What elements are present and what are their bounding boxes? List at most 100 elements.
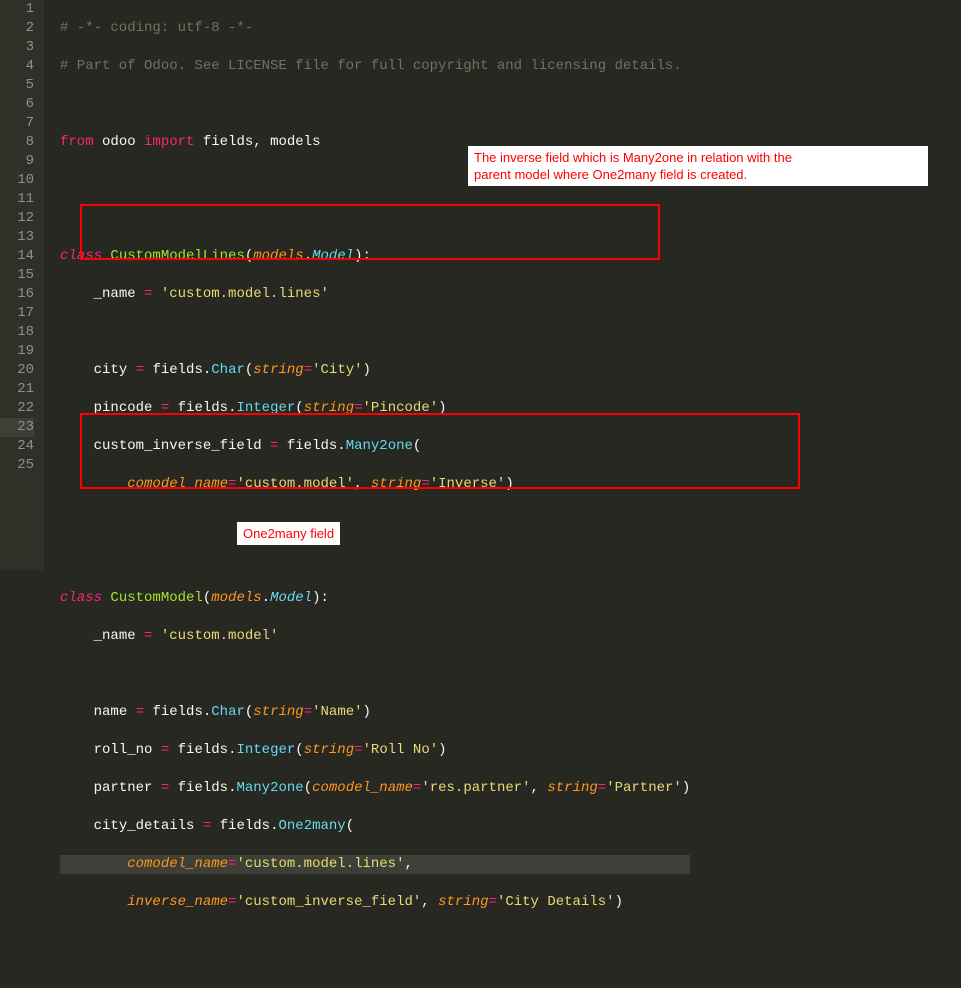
code-line[interactable]: [60, 551, 690, 570]
code-line[interactable]: [60, 665, 690, 684]
line-number: 17: [0, 304, 34, 323]
code-line[interactable]: class CustomModelLines(models.Model):: [60, 247, 690, 266]
code-line[interactable]: pincode = fields.Integer(string='Pincode…: [60, 399, 690, 418]
string: 'Roll No': [363, 742, 439, 758]
line-number: 24: [0, 437, 34, 456]
keyword-class: class: [60, 590, 102, 606]
field-type: Many2one: [236, 780, 303, 796]
base-module: models: [211, 590, 261, 606]
keyword-import: import: [144, 134, 194, 150]
code-line[interactable]: # -*- coding: utf-8 -*-: [60, 19, 690, 38]
line-number: 3: [0, 38, 34, 57]
line-number: 8: [0, 133, 34, 152]
kwarg: comodel_name: [127, 856, 228, 872]
code-line[interactable]: _name = 'custom.model': [60, 627, 690, 646]
line-number: 15: [0, 266, 34, 285]
attr-name: _name: [94, 286, 136, 302]
string: 'custom.model': [236, 476, 354, 492]
code-line[interactable]: [60, 209, 690, 228]
attr-name: _name: [94, 628, 136, 644]
code-line[interactable]: comodel_name='custom.model.lines',: [60, 855, 690, 874]
comment: # -*- coding: utf-8 -*-: [60, 20, 253, 36]
code-line[interactable]: class CustomModel(models.Model):: [60, 589, 690, 608]
line-number: 9: [0, 152, 34, 171]
string: 'custom.model': [161, 628, 279, 644]
code-line[interactable]: [60, 323, 690, 342]
string: 'Inverse': [430, 476, 506, 492]
line-number: 12: [0, 209, 34, 228]
code-line[interactable]: # Part of Odoo. See LICENSE file for ful…: [60, 57, 690, 76]
code-line[interactable]: [60, 513, 690, 532]
kwarg: string: [438, 894, 488, 910]
string: 'Pincode': [363, 400, 439, 416]
callout-text: One2many field: [243, 526, 334, 541]
attr-name: city: [94, 362, 128, 378]
operator-eq: =: [144, 286, 152, 302]
attr-name: custom_inverse_field: [94, 438, 262, 454]
line-number: 20: [0, 361, 34, 380]
base-module: models: [253, 248, 303, 264]
code-line[interactable]: [60, 95, 690, 114]
field-type: Integer: [236, 400, 295, 416]
line-number: 19: [0, 342, 34, 361]
line-number: 10: [0, 171, 34, 190]
code-line[interactable]: _name = 'custom.model.lines': [60, 285, 690, 304]
attr-name: city_details: [94, 818, 195, 834]
kwarg: string: [371, 476, 421, 492]
line-number: 6: [0, 95, 34, 114]
field-type: Integer: [236, 742, 295, 758]
line-number: 7: [0, 114, 34, 133]
line-number: 11: [0, 190, 34, 209]
field-type: Many2one: [346, 438, 413, 454]
callout-one2many: One2many field: [237, 522, 340, 545]
callout-inverse-field: The inverse field which is Many2one in r…: [468, 146, 928, 186]
line-number: 5: [0, 76, 34, 95]
attr-name: partner: [94, 780, 153, 796]
line-number: 23: [0, 418, 34, 437]
line-number: 2: [0, 19, 34, 38]
string: 'custom_inverse_field': [236, 894, 421, 910]
line-number: 14: [0, 247, 34, 266]
code-line[interactable]: [60, 931, 690, 950]
kwarg: string: [304, 400, 354, 416]
base-class: Model: [270, 590, 312, 606]
keyword-class: class: [60, 248, 102, 264]
attr-name: roll_no: [94, 742, 153, 758]
kwarg: string: [253, 362, 303, 378]
attr-name: name: [94, 704, 128, 720]
code-editor[interactable]: 1 2 3 4 5 6 7 8 9 10 11 12 13 14 15 16 1…: [0, 0, 961, 570]
line-number: 22: [0, 399, 34, 418]
string: 'custom.model.lines': [236, 856, 404, 872]
line-number: 13: [0, 228, 34, 247]
field-type: Char: [211, 362, 245, 378]
kwarg: string: [253, 704, 303, 720]
string: 'City': [312, 362, 362, 378]
field-type: Char: [211, 704, 245, 720]
class-name: CustomModel: [110, 590, 202, 606]
string: 'custom.model.lines': [161, 286, 329, 302]
code-area[interactable]: # -*- coding: utf-8 -*- # Part of Odoo. …: [44, 0, 690, 570]
code-line[interactable]: inverse_name='custom_inverse_field', str…: [60, 893, 690, 912]
field-type: One2many: [278, 818, 345, 834]
comment: # Part of Odoo. See LICENSE file for ful…: [60, 58, 682, 74]
code-line[interactable]: roll_no = fields.Integer(string='Roll No…: [60, 741, 690, 760]
code-line[interactable]: partner = fields.Many2one(comodel_name='…: [60, 779, 690, 798]
kwarg: string: [304, 742, 354, 758]
line-number: 4: [0, 57, 34, 76]
kwarg: string: [547, 780, 597, 796]
code-line[interactable]: city = fields.Char(string='City'): [60, 361, 690, 380]
line-number: 21: [0, 380, 34, 399]
code-line[interactable]: city_details = fields.One2many(: [60, 817, 690, 836]
code-line[interactable]: name = fields.Char(string='Name'): [60, 703, 690, 722]
code-line[interactable]: custom_inverse_field = fields.Many2one(: [60, 437, 690, 456]
string: 'Partner': [606, 780, 682, 796]
line-number-gutter: 1 2 3 4 5 6 7 8 9 10 11 12 13 14 15 16 1…: [0, 0, 44, 570]
string: 'res.partner': [421, 780, 530, 796]
code-line[interactable]: comodel_name='custom.model', string='Inv…: [60, 475, 690, 494]
kwarg: comodel_name: [312, 780, 413, 796]
import-names: fields, models: [203, 134, 321, 150]
module-name: odoo: [102, 134, 136, 150]
kwarg: inverse_name: [127, 894, 228, 910]
callout-text: parent model where One2many field is cre…: [474, 166, 922, 183]
string: 'Name': [312, 704, 362, 720]
